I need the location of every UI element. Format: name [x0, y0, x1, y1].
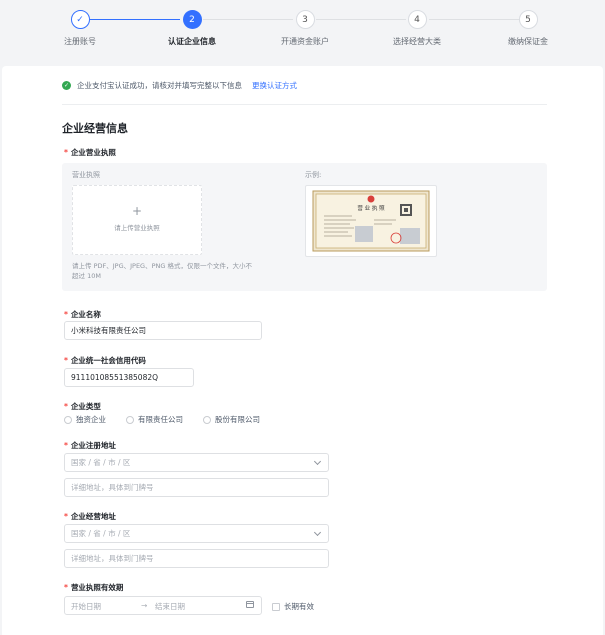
- company-type-label: * 企业类型: [64, 402, 101, 411]
- required-mark: *: [64, 356, 68, 365]
- required-mark: *: [64, 583, 68, 592]
- required-mark: *: [64, 402, 68, 411]
- step-label: 认证企业信息: [168, 37, 216, 46]
- license-label: * 企业营业执照: [64, 148, 116, 157]
- change-auth-method-link[interactable]: 更换认证方式: [252, 80, 297, 91]
- biz-address-label: * 企业经营地址: [64, 512, 116, 521]
- company-name-label: * 企业名称: [64, 310, 101, 319]
- upload-text: 请上传营业执照: [114, 224, 160, 232]
- chevron-down-icon: [313, 528, 322, 537]
- step-label: 选择经营大类: [393, 37, 441, 46]
- plus-icon: +: [131, 204, 143, 218]
- biz-detail-address-input[interactable]: 详细地址，具体到门牌号: [64, 549, 329, 568]
- upload-caption: 营业执照: [72, 171, 100, 179]
- start-date-placeholder: 开始日期: [71, 602, 101, 611]
- end-date-placeholder: 结束日期: [155, 602, 185, 611]
- biz-region-select[interactable]: 国家 / 省 / 市 / 区: [64, 524, 329, 543]
- divider: [62, 104, 547, 105]
- check-icon: ✓: [70, 10, 90, 29]
- sample-caption: 示例:: [305, 171, 322, 179]
- step-label: 注册账号: [64, 37, 96, 46]
- radio-sole-proprietorship[interactable]: 独资企业: [64, 414, 106, 425]
- company-type-radio-group: 独资企业 有限责任公司 股份有限公司: [64, 414, 260, 425]
- reg-detail-address-input[interactable]: 详细地址，具体到门牌号: [64, 478, 329, 497]
- auth-success-notice: ✓ 企业支付宝认证成功，请核对并填写完整以下信息 更换认证方式: [62, 80, 297, 91]
- sample-license-image: 营 业 执 照: [305, 185, 437, 257]
- progress-stepper: ✓ 注册账号 2 认证企业信息 3 开通资金账户 4 选择经营大类 5 缴纳保证…: [0, 0, 605, 62]
- license-upload-dropzone[interactable]: + 请上传营业执照: [72, 185, 202, 255]
- upload-hint: 请上传 PDF、JPG、JPEG、PNG 格式，仅限一个文件，大小不超过 10M: [72, 262, 252, 280]
- success-check-icon: ✓: [62, 81, 71, 90]
- sample-title: 营 业 执 照: [357, 204, 385, 212]
- reg-region-select[interactable]: 国家 / 省 / 市 / 区: [64, 453, 329, 472]
- credit-code-label: * 企业统一社会信用代码: [64, 356, 146, 365]
- license-sample-illustration: 营 业 执 照: [312, 190, 430, 252]
- required-mark: *: [64, 148, 68, 157]
- license-validity-label: * 营业执照有效期: [64, 583, 124, 592]
- radio-circle: [203, 415, 211, 424]
- step-label: 开通资金账户: [281, 37, 329, 46]
- section-title: 企业经营信息: [62, 122, 128, 135]
- validity-date-range-picker[interactable]: 开始日期 → 结束日期: [64, 596, 262, 615]
- chevron-down-icon: [313, 457, 322, 466]
- long-term-valid-checkbox[interactable]: 长期有效: [272, 601, 314, 612]
- radio-circle: [126, 415, 134, 424]
- company-name-input[interactable]: 小米科技有限责任公司: [64, 321, 262, 340]
- radio-limited-liability[interactable]: 有限责任公司: [126, 414, 183, 425]
- reg-address-label: * 企业注册地址: [64, 441, 116, 450]
- step-number: 4: [407, 10, 427, 29]
- step-number: 2: [182, 10, 202, 29]
- calendar-icon: [246, 601, 254, 608]
- step-number: 5: [518, 10, 538, 29]
- step-register-account[interactable]: ✓ 注册账号: [35, 10, 125, 47]
- step-open-account[interactable]: 3 开通资金账户: [260, 10, 350, 47]
- credit-code-input[interactable]: 91110108551385082Q: [64, 368, 194, 387]
- checkbox-square: [272, 602, 280, 611]
- required-mark: *: [64, 441, 68, 450]
- radio-circle: [64, 415, 72, 424]
- notice-text: 企业支付宝认证成功，请核对并填写完整以下信息: [77, 81, 242, 90]
- radio-joint-stock[interactable]: 股份有限公司: [203, 414, 260, 425]
- form-card: ✓ 企业支付宝认证成功，请核对并填写完整以下信息 更换认证方式 企业经营信息 *…: [2, 66, 603, 635]
- step-verify-company[interactable]: 2 认证企业信息: [147, 10, 237, 47]
- step-choose-category[interactable]: 4 选择经营大类: [372, 10, 462, 47]
- step-pay-deposit[interactable]: 5 缴纳保证金: [483, 10, 573, 47]
- required-mark: *: [64, 512, 68, 521]
- step-number: 3: [295, 10, 315, 29]
- arrow-right-icon: →: [141, 601, 148, 610]
- step-label: 缴纳保证金: [508, 37, 548, 46]
- license-upload-panel: 营业执照 + 请上传营业执照 请上传 PDF、JPG、JPEG、PNG 格式，仅…: [62, 163, 547, 291]
- required-mark: *: [64, 310, 68, 319]
